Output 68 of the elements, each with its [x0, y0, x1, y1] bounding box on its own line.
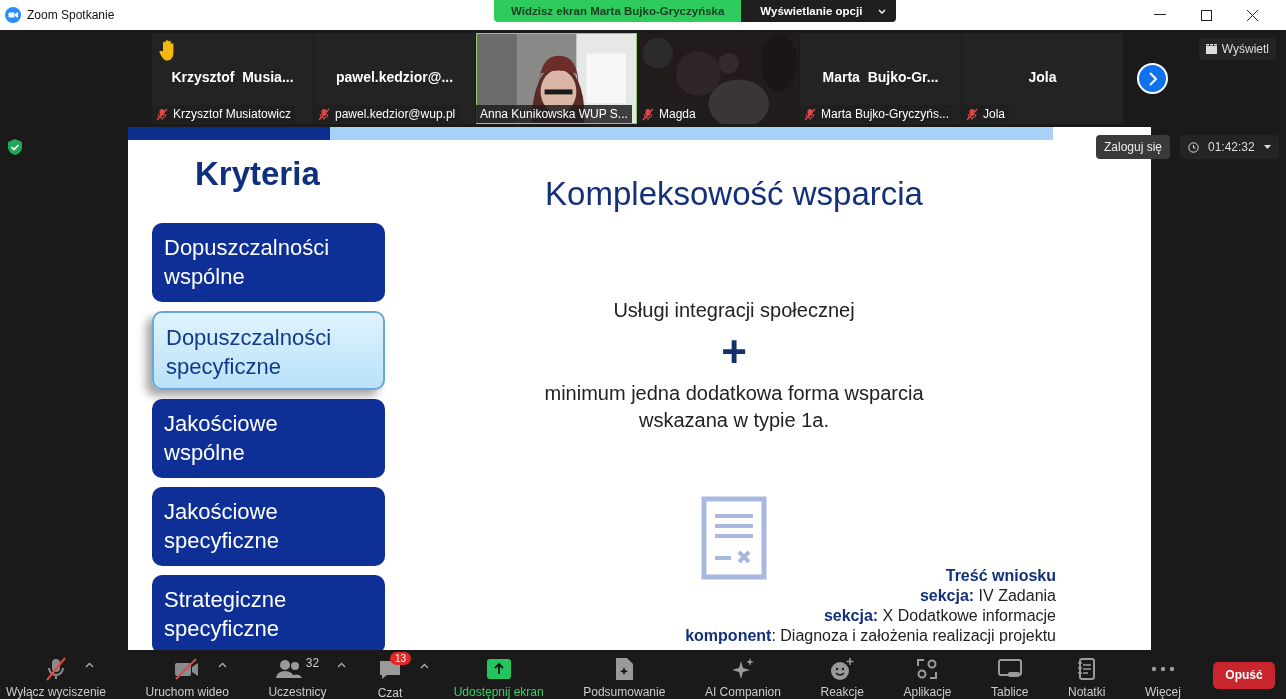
- criteria-button[interactable]: Jakościowe specyficzne: [152, 487, 385, 566]
- zoom-logo-icon: [5, 7, 21, 23]
- caret-icon[interactable]: [337, 662, 347, 668]
- view-icon: [1205, 44, 1217, 54]
- chevron-right-icon: [1146, 71, 1159, 86]
- notebook-icon: [1076, 657, 1097, 681]
- participant-name: pawel.kedzior@...: [334, 69, 455, 85]
- share-banner: Widzisz ekran Marta Bujko-Gryczyńska: [494, 0, 742, 22]
- leave-button[interactable]: Opuść: [1213, 661, 1275, 689]
- source-line: sekcja: X Dodatkowe informacje: [822, 606, 1056, 626]
- caret-icon[interactable]: [218, 662, 228, 668]
- toolbar-button[interactable]: Wyłącz wyciszenie: [4, 650, 108, 699]
- participant-count: 32: [305, 656, 320, 670]
- more-icon: [1150, 666, 1175, 672]
- apps-icon: [916, 658, 939, 680]
- participant-name: Krzysztof Musia...: [170, 69, 295, 85]
- caret-icon: [1263, 145, 1271, 149]
- criteria-button[interactable]: Jakościowe wspólne: [152, 399, 385, 478]
- caret-icon[interactable]: [420, 663, 430, 669]
- shield-icon[interactable]: [8, 139, 22, 155]
- source-line: komponent: Diagnoza i założenia realizacji projektu: [685, 626, 1056, 646]
- criteria-button[interactable]: Strategiczne specyficzne: [152, 575, 385, 650]
- slide-heading: Kryteria: [195, 155, 321, 193]
- participant-name: Marta Bujko-Gr...: [821, 69, 940, 85]
- window-title: Zoom Spotkanie: [27, 8, 115, 22]
- toolbar-button[interactable]: 13 Czat: [364, 650, 417, 699]
- smiley-plus-icon: [830, 657, 855, 681]
- next-page-button[interactable]: [1137, 63, 1168, 94]
- document-sparkle-icon: [614, 657, 635, 681]
- caret-icon[interactable]: [84, 662, 94, 668]
- document-icon: [701, 496, 767, 580]
- plus-sign: +: [721, 332, 747, 372]
- toolbar-button[interactable]: Tablice: [989, 650, 1031, 699]
- participant-label: Anna Kunikowska WUP S...: [476, 105, 632, 123]
- participant-label: Marta Bujko-Gryczyńs...: [800, 105, 954, 123]
- criteria-button[interactable]: Dopuszczalności wspólne: [152, 223, 385, 302]
- toolbar-button[interactable]: Uruchom wideo: [143, 650, 231, 699]
- slide-title: Kompleksowość wsparcia: [545, 175, 923, 213]
- close-icon[interactable]: [1247, 9, 1258, 21]
- participant-label: pawel.kedzior@wup.pl: [314, 105, 460, 123]
- participant-label: Krzysztof Musiatowicz: [152, 105, 296, 123]
- whiteboard-icon: [997, 658, 1022, 680]
- toolbar-button[interactable]: Aplikacje: [901, 650, 954, 699]
- login-tooltip[interactable]: Zaloguj się: [1096, 135, 1171, 159]
- slide-text: minimum jedna dodatkowa forma wsparcia wskazana w typie 1a.: [543, 381, 925, 433]
- toolbar-button[interactable]: Notatki: [1066, 650, 1108, 699]
- toolbar-button[interactable]: Udostępnij ekran: [451, 650, 546, 699]
- source-line: sekcja: IV Zadania: [918, 586, 1056, 606]
- meeting-timer[interactable]: 01:42:32: [1180, 135, 1279, 159]
- toolbar-button[interactable]: 32 Uczestnicy: [266, 650, 329, 699]
- view-options-button[interactable]: Wyświetlanie opcji: [741, 0, 897, 22]
- slide-text: Usługi integracji społecznej: [613, 299, 855, 322]
- maximize-icon[interactable]: [1201, 9, 1212, 21]
- toolbar-button[interactable]: Więcej: [1142, 650, 1183, 699]
- clock-icon: [1188, 141, 1199, 153]
- toolbar-button[interactable]: AI Companion: [702, 650, 783, 699]
- people-icon: [275, 659, 302, 679]
- share-screen-icon: [486, 659, 511, 679]
- unread-badge: 13: [390, 652, 412, 665]
- toolbar-button[interactable]: Podsumowanie: [581, 650, 668, 699]
- toolbar-button[interactable]: Reakcje: [818, 650, 866, 699]
- participant-name: Jola: [1027, 69, 1058, 85]
- source-heading: Treść wniosku: [944, 566, 1056, 586]
- minimize-icon[interactable]: [1154, 14, 1166, 16]
- criteria-button[interactable]: Dopuszczalności specyficzne: [152, 311, 385, 390]
- view-button[interactable]: Wyświetl: [1198, 38, 1276, 60]
- participant-label: Jola: [962, 105, 1009, 123]
- caret-icon: [878, 8, 887, 14]
